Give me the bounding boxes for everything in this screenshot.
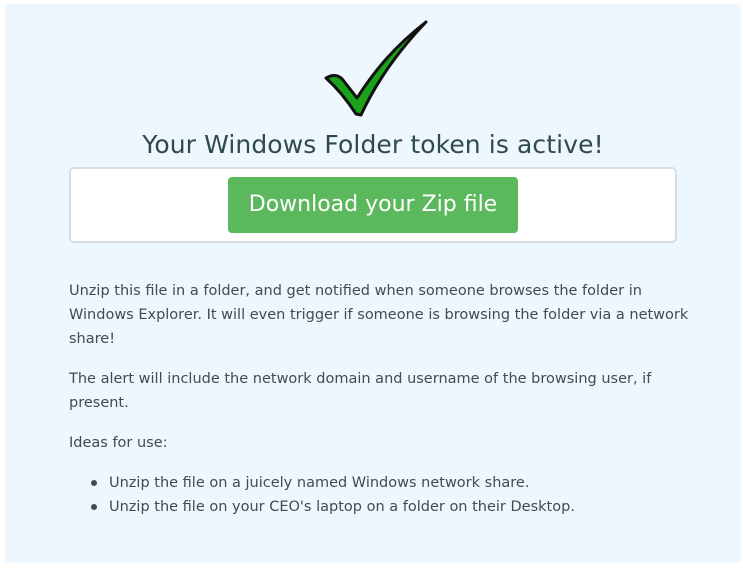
- token-success-panel: Your Windows Folder token is active! Dow…: [5, 4, 741, 563]
- list-item: Unzip the file on your CEO's laptop on a…: [69, 495, 689, 519]
- ideas-list: Unzip the file on a juicely named Window…: [69, 471, 689, 519]
- description-paragraph: Unzip this file in a folder, and get not…: [69, 283, 689, 347]
- checkmark-icon: [324, 20, 428, 117]
- bullet-icon: [91, 504, 97, 510]
- page-title: Your Windows Folder token is active!: [142, 130, 604, 159]
- bullet-icon: [91, 480, 97, 486]
- list-item: Unzip the file on a juicely named Window…: [69, 471, 689, 495]
- ideas-heading: Ideas for use:: [69, 435, 168, 451]
- download-container: Download your Zip file: [69, 167, 677, 243]
- alert-info-paragraph: The alert will include the network domai…: [69, 371, 652, 411]
- idea-text: Unzip the file on a juicely named Window…: [109, 475, 530, 491]
- download-zip-button[interactable]: Download your Zip file: [228, 177, 518, 233]
- idea-text: Unzip the file on your CEO's laptop on a…: [109, 499, 575, 515]
